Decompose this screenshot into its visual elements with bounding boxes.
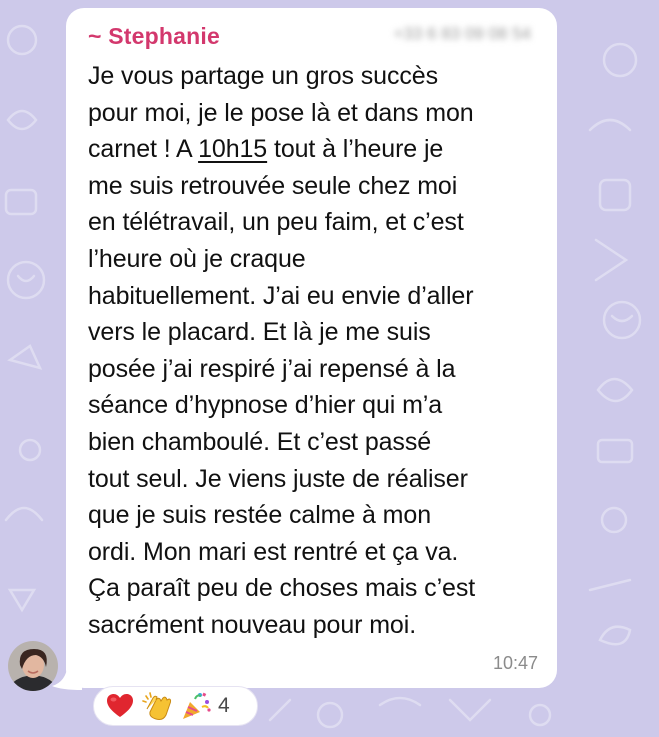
message-line: vers le placard. Et là je me suis <box>88 318 431 347</box>
sender-row: ~ Stephanie +33 6 83 09 08 54 <box>88 20 537 52</box>
message-line: pour moi, je le pose là et dans mon <box>88 98 474 127</box>
message-line: tout seul. Je viens juste de réaliser <box>88 464 468 493</box>
message-line: posée j’ai respiré j’ai repensé à la <box>88 354 456 383</box>
reactions-bar[interactable]: 4 <box>93 686 258 726</box>
clapping-hands-icon[interactable] <box>142 690 174 722</box>
message-line: ordi. Mon mari est rentré et ça va. <box>88 537 459 566</box>
sender-avatar[interactable] <box>8 641 58 691</box>
message-line: bien chamboulé. Et c’est passé <box>88 427 432 456</box>
sender-phone-number: +33 6 83 09 08 54 <box>393 24 531 43</box>
party-popper-icon[interactable] <box>180 690 212 722</box>
message-line-start: carnet ! A <box>88 135 199 164</box>
message-line: l’heure où je craque <box>88 244 306 273</box>
message-line: habituellement. J’ai eu envie d’aller <box>88 281 474 310</box>
time-link[interactable]: 10h15 <box>198 135 267 163</box>
message-line: sacrément nouveau pour moi. <box>88 610 417 639</box>
message-line: me suis retrouvée seule chez moi <box>88 171 458 200</box>
message-line: Je vous partage un gros succès <box>88 62 438 90</box>
heart-icon[interactable] <box>104 690 136 722</box>
reaction-count: 4 <box>218 694 230 717</box>
message-line: carnet ! A 10h15 tout à l’heure je <box>88 131 548 168</box>
message-line: en télétravail, un peu faim, et c’est <box>88 208 464 237</box>
message-line: Ça paraît peu de choses mais c’est <box>88 574 476 603</box>
message-line: que je suis restée calme à mon <box>88 501 432 530</box>
message-line-end: tout à l’heure je <box>267 135 444 164</box>
sender-name[interactable]: ~ Stephanie <box>88 23 220 49</box>
message-bubble[interactable]: ~ Stephanie +33 6 83 09 08 54 Je vous pa… <box>66 8 557 688</box>
message-text: Je vous partage un gros succès pour moi,… <box>88 58 548 644</box>
message-line: séance d’hypnose d’hier qui m’a <box>88 391 443 420</box>
message-timestamp: 10:47 <box>492 653 538 673</box>
